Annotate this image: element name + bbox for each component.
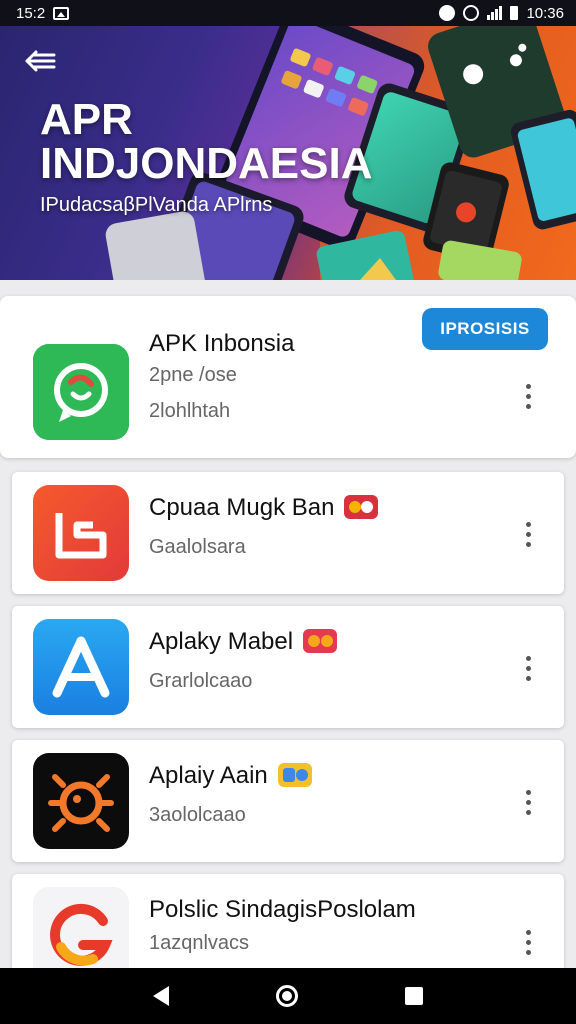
- promo-label: IPROSISIS: [440, 319, 530, 338]
- system-nav-bar: [0, 968, 576, 1024]
- featured-app-line2: 2lohlhtah: [149, 400, 231, 422]
- app-badge-2-icon: [303, 628, 338, 653]
- blue-a-icon: [33, 619, 129, 715]
- more-dot: [525, 929, 531, 935]
- gallery-notification-icon: [53, 6, 70, 20]
- featured-app-line1: 2pne /ose: [149, 364, 237, 386]
- app-name-1-text: Cpuaa Mugk Ban: [149, 494, 335, 521]
- more-dot: [525, 655, 531, 661]
- status-right: 10:36: [439, 5, 564, 22]
- more-dot: [525, 541, 531, 547]
- app-more-button-1[interactable]: [516, 514, 540, 554]
- nav-home-icon[interactable]: [275, 985, 298, 1007]
- sync-icon: [463, 5, 480, 21]
- more-dot: [525, 521, 531, 527]
- app-sub-2: Grarlolcaao: [149, 670, 253, 692]
- more-dot: [525, 383, 531, 389]
- whatsapp-like-icon: [33, 344, 129, 440]
- more-dot: [525, 665, 531, 671]
- orange-b-icon: [33, 485, 129, 581]
- app-more-button-3[interactable]: [516, 782, 540, 822]
- more-dot: [525, 799, 531, 805]
- more-dot: [525, 675, 531, 681]
- app-badge-3-icon: [277, 762, 312, 787]
- promo-button[interactable]: IPROSISIS: [422, 308, 548, 350]
- app-name-4: Polslic SindagisPoslolam: [149, 896, 416, 923]
- more-dot: [525, 531, 531, 537]
- featured-app-card[interactable]: APK Inbonsia 2pne /ose 2lohlhtah IPROSIS…: [0, 296, 576, 458]
- featured-app-name: APK Inbonsia: [149, 330, 295, 357]
- hero-banner: APR INDJONDAESIA IPudacsaβPlVanda APlrns: [0, 26, 576, 280]
- app-badge-1-icon: [344, 494, 379, 519]
- app-root: 15:2 10:36 APR INDJONDAESIA IPudacsaβPlV…: [0, 0, 576, 1024]
- status-left: 15:2: [16, 4, 70, 22]
- more-dot: [525, 809, 531, 815]
- app-card-1[interactable]: Cpuaa Mugk Ban Gaalolsara: [12, 472, 564, 594]
- app-list: APK Inbonsia 2pne /ose 2lohlhtah IPROSIS…: [0, 280, 576, 968]
- app-more-button-2[interactable]: [516, 648, 540, 688]
- app-sub-4: 1azqnlvacs: [149, 932, 250, 954]
- app-name-2-text: Aplaky Mabel: [149, 628, 294, 655]
- hero-title: APR INDJONDAESIA: [40, 98, 373, 186]
- app-card-3[interactable]: Aplaiy Aain 3aololcaao: [12, 740, 564, 862]
- back-button[interactable]: [22, 46, 62, 76]
- more-dot: [525, 939, 531, 945]
- hero-title-line2: INDJONDAESIA: [40, 139, 373, 188]
- app-name-3: Aplaiy Aain: [149, 762, 312, 790]
- location-icon: [439, 5, 456, 21]
- status-bar: 15:2 10:36: [0, 0, 576, 26]
- app-card-2[interactable]: Aplaky Mabel Grarlolcaao: [12, 606, 564, 728]
- more-dot: [525, 403, 531, 409]
- status-time-left: 15:2: [16, 4, 46, 22]
- app-more-button-4[interactable]: [516, 922, 540, 962]
- battery-icon: [510, 6, 519, 20]
- featured-more-button[interactable]: [516, 376, 540, 416]
- app-name-2: Aplaky Mabel: [149, 628, 338, 656]
- signal-icon: [487, 6, 503, 20]
- more-dot: [525, 789, 531, 795]
- nav-recents-icon[interactable]: [404, 987, 423, 1005]
- app-name-3-text: Aplaiy Aain: [149, 762, 268, 789]
- app-name-1: Cpuaa Mugk Ban: [149, 494, 379, 522]
- app-sub-3: 3aololcaao: [149, 804, 246, 826]
- app-card-4[interactable]: Polslic SindagisPoslolam 1azqnlvacs: [12, 874, 564, 968]
- app-sub-1: Gaalolsara: [149, 536, 246, 558]
- menu-arrow-icon: [25, 50, 56, 72]
- hero-title-line1: APR: [40, 95, 133, 144]
- hero-subtitle: IPudacsaβPlVanda APlrns: [40, 194, 273, 216]
- status-time-right: 10:36: [526, 4, 564, 22]
- more-dot: [525, 949, 531, 955]
- orange-virus-icon: [33, 753, 129, 849]
- more-dot: [525, 393, 531, 399]
- red-g-icon: [33, 887, 129, 968]
- nav-back-icon[interactable]: [153, 986, 170, 1006]
